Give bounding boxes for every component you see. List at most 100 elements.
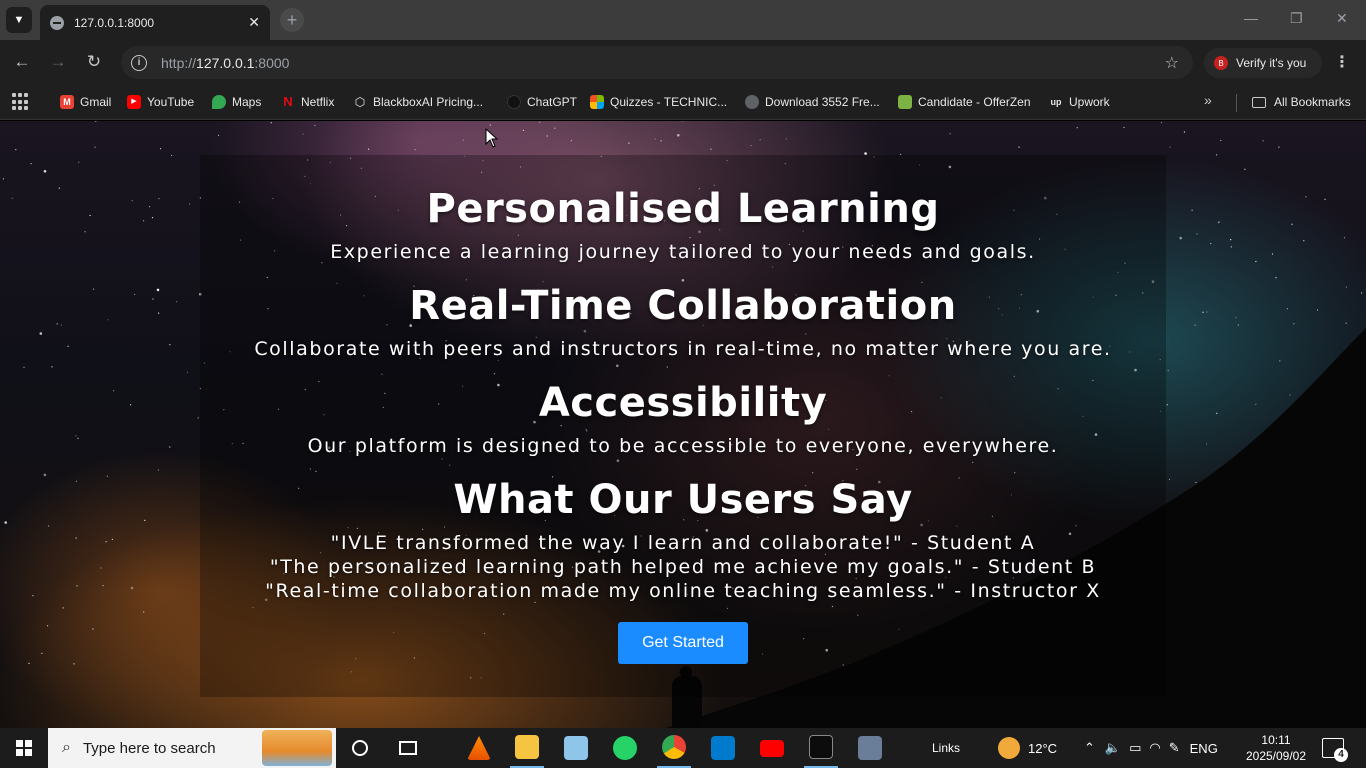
tab-close-icon[interactable]: ✕ <box>248 14 260 31</box>
star <box>314 124 316 126</box>
taskbar-terminal[interactable] <box>804 728 838 768</box>
star <box>750 144 752 147</box>
profile-avatar: B <box>1214 56 1228 70</box>
star <box>1278 146 1280 148</box>
language-indicator[interactable]: ENG <box>1190 741 1218 756</box>
notification-count-badge: 4 <box>1334 748 1348 762</box>
star <box>1183 131 1185 133</box>
star <box>414 149 416 151</box>
task-view-button[interactable] <box>392 728 424 768</box>
bookmark-star-icon[interactable]: ☆ <box>1165 53 1179 73</box>
notepad-icon <box>564 736 588 760</box>
chevron-double-right-icon[interactable]: » <box>1204 92 1212 108</box>
vlc-icon <box>467 736 491 760</box>
feature-heading: Accessibility <box>538 380 828 426</box>
kebab-menu-icon[interactable]: ⋮ <box>1334 52 1350 72</box>
star <box>15 149 17 151</box>
start-button[interactable] <box>0 728 48 768</box>
star <box>682 121 684 122</box>
pen-icon[interactable]: ✎ <box>1169 740 1180 756</box>
bookmark-upwork[interactable]: up Upwork <box>1049 92 1110 112</box>
feature-accessibility: Accessibility Our platform is designed t… <box>0 380 1366 458</box>
taskbar-whatsapp[interactable] <box>608 728 642 768</box>
star <box>62 607 64 609</box>
star <box>1123 126 1125 129</box>
close-window-icon[interactable]: ✕ <box>1336 10 1348 27</box>
bookmark-maps[interactable]: Maps <box>212 92 261 112</box>
star <box>1169 146 1171 148</box>
bookmark-offerzen[interactable]: Candidate - OfferZen <box>898 92 1031 112</box>
terminal-icon <box>809 735 833 759</box>
bookmark-gmail[interactable]: M Gmail <box>60 92 111 112</box>
star <box>302 133 304 135</box>
star <box>1216 154 1218 156</box>
windows-taskbar: ⌕ Type here to search Links 12°C ⌃ 🔈 ▭ ◠… <box>0 728 1366 768</box>
taskbar-youtube[interactable] <box>755 728 789 768</box>
verify-label: Verify it's you <box>1236 56 1307 70</box>
taskbar-search-box[interactable]: ⌕ Type here to search <box>48 728 336 768</box>
bookmark-label: BlackboxAI Pricing... <box>373 95 484 109</box>
taskbar-chrome[interactable] <box>657 728 691 768</box>
tab-title: 127.0.0.1:8000 <box>74 15 155 30</box>
bookmark-netflix[interactable]: N Netflix <box>281 92 334 112</box>
star <box>47 625 49 627</box>
star <box>462 139 464 141</box>
testimonials-section: What Our Users Say "IVLE transformed the… <box>0 477 1366 603</box>
star <box>43 473 47 477</box>
star <box>186 371 188 373</box>
bookmarks-bar: M Gmail ▶ YouTube Maps N Netflix ⬡ Black… <box>0 84 1366 120</box>
forward-button[interactable]: → <box>46 50 70 74</box>
browser-tabstrip: ▼ 127.0.0.1:8000 ✕ + — ❐ ✕ <box>0 0 1366 40</box>
globe-icon <box>50 15 64 30</box>
bookmark-download[interactable]: Download 3552 Fre... <box>745 92 880 112</box>
taskbar-vscode[interactable] <box>706 728 740 768</box>
weather-widget[interactable]: 12°C <box>998 728 1057 768</box>
url-host: 127.0.0.1 <box>196 54 255 71</box>
feature-heading: Real-Time Collaboration <box>409 283 957 329</box>
cortana-button[interactable] <box>344 728 376 768</box>
star <box>28 662 30 665</box>
bookmark-chatgpt[interactable]: ChatGPT <box>507 92 577 112</box>
wifi-icon[interactable]: ◠ <box>1149 740 1160 756</box>
volume-icon[interactable]: 🔈 <box>1105 740 1121 756</box>
testimonial-quote: "The personalized learning path helped m… <box>269 556 1097 578</box>
clock[interactable]: 10:11 2025/09/02 <box>1242 732 1310 764</box>
verify-profile-button[interactable]: B Verify it's you <box>1204 48 1322 78</box>
arrow-left-icon: ← <box>13 52 31 71</box>
taskbar-vlc[interactable] <box>462 728 496 768</box>
star <box>1220 139 1222 142</box>
bookmark-label: Upwork <box>1069 95 1110 109</box>
bookmarks-divider <box>1236 94 1237 112</box>
tab-search-button[interactable]: ▼ <box>6 7 32 33</box>
bookmark-label: Download 3552 Fre... <box>765 95 880 109</box>
all-bookmarks-button[interactable]: All Bookmarks <box>1252 92 1351 112</box>
minimize-icon[interactable]: — <box>1244 10 1258 26</box>
new-tab-button[interactable]: + <box>280 8 304 32</box>
taskbar-notepad[interactable] <box>559 728 593 768</box>
testimonial-quote: "IVLE transformed the way I learn and co… <box>330 532 1036 554</box>
tab-active[interactable]: 127.0.0.1:8000 ✕ <box>40 5 270 40</box>
url-scheme: http:// <box>161 54 197 71</box>
restore-icon[interactable]: ❐ <box>1290 10 1303 27</box>
bookmark-blackbox[interactable]: ⬡ BlackboxAI Pricing... <box>353 92 483 112</box>
taskbar-file-explorer[interactable] <box>510 728 544 768</box>
taskbar-calculator[interactable] <box>853 728 887 768</box>
back-button[interactable]: ← <box>10 50 34 74</box>
weather-temp: 12°C <box>1028 740 1058 756</box>
weather-moon-icon <box>998 737 1020 759</box>
url-port: :8000 <box>254 54 290 71</box>
feature-collaboration: Real-Time Collaboration Collaborate with… <box>0 283 1366 361</box>
feature-text: Experience a learning journey tailored t… <box>330 241 1036 263</box>
get-started-button[interactable]: Get Started <box>618 622 748 664</box>
links-toolbar[interactable]: Links <box>932 728 960 768</box>
feature-personalised: Personalised Learning Experience a learn… <box>0 186 1366 264</box>
apps-grid-icon[interactable] <box>12 93 30 111</box>
site-info-icon[interactable]: i <box>131 54 147 71</box>
address-bar[interactable]: i http://127.0.0.1:8000 ☆ <box>121 46 1193 79</box>
reload-button[interactable]: ↻ <box>82 50 106 74</box>
bookmark-quizzes[interactable]: Quizzes - TECHNIC... <box>590 92 727 112</box>
battery-icon[interactable]: ▭ <box>1129 740 1141 756</box>
tray-chevron-up-icon[interactable]: ⌃ <box>1084 740 1095 756</box>
reload-icon: ↻ <box>86 52 102 71</box>
bookmark-youtube[interactable]: ▶ YouTube <box>127 92 194 112</box>
